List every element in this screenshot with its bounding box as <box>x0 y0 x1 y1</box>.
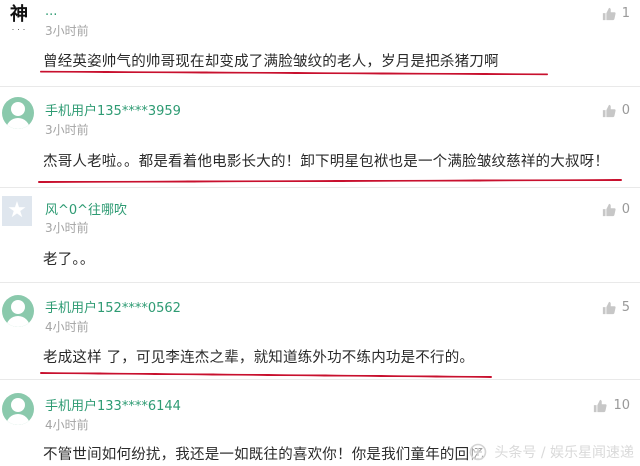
like-count: 10 <box>613 398 630 413</box>
watermark: 头条号 / 娱乐星闻速递 <box>468 442 634 462</box>
like-button[interactable]: 0 <box>602 103 630 118</box>
like-count: 0 <box>621 103 630 118</box>
toutiao-logo-icon <box>470 443 487 461</box>
comment-item: ★ 风^0^往哪吹 3小时前 老了。。 0 <box>0 188 640 281</box>
default-user-avatar-icon <box>2 295 34 327</box>
like-button[interactable]: 1 <box>602 6 630 21</box>
avatar[interactable] <box>2 97 34 129</box>
like-count: 0 <box>621 202 630 217</box>
comment-time: 4小时前 <box>45 320 89 334</box>
comment-item: 神 · · · ... 3小时前 曾经英姿帅气的帅哥现在却变成了满脸皱纹的老人，… <box>0 0 640 86</box>
comment-time: 3小时前 <box>45 221 89 235</box>
avatar[interactable]: ★ <box>2 196 34 228</box>
comment-item: 手机用户135****3959 3小时前 杰哥人老啦。。都是看着他电影长大的！卸… <box>0 87 640 186</box>
like-button[interactable]: 5 <box>602 300 630 315</box>
thumbs-up-icon <box>602 301 616 314</box>
comment-text: 曾经英姿帅气的帅哥现在却变成了满脸皱纹的老人，岁月是把杀猪刀啊 <box>43 54 499 70</box>
watermark-text: 头条号 / 娱乐星闻速递 <box>494 445 634 461</box>
like-count: 5 <box>621 300 630 315</box>
comment-text: 杰哥人老啦。。都是看着他电影长大的！卸下明星包袱也是一个满脸皱纹慈祥的大叔呀！ <box>43 154 610 170</box>
default-user-avatar-icon <box>2 393 34 425</box>
comment-username[interactable]: 手机用户152****0562 <box>45 297 181 316</box>
thumbs-up-icon <box>602 104 616 117</box>
avatar[interactable] <box>2 295 34 327</box>
default-user-avatar-icon <box>2 97 34 129</box>
comment-username[interactable]: 手机用户135****3959 <box>45 100 181 119</box>
comment-time: 3小时前 <box>45 24 89 38</box>
comment-text: 老了。。 <box>43 252 95 268</box>
red-underline <box>37 178 623 184</box>
comment-text: 不管世间如何纷扰，我还是一如既往的喜欢你！你是我们童年的回忆 <box>43 447 484 463</box>
red-underline <box>39 372 493 378</box>
comment-time: 4小时前 <box>45 418 89 432</box>
thumbs-up-icon <box>602 7 616 20</box>
like-count: 1 <box>621 6 630 21</box>
thumbs-up-icon <box>602 203 616 216</box>
avatar[interactable] <box>2 393 34 425</box>
comment-item: 手机用户152****0562 4小时前 老成这样 了，可见李连杰之辈，就知道练… <box>0 283 640 378</box>
shen-calligraphy-avatar-icon: 神 · · · <box>4 2 34 36</box>
thumbs-up-icon <box>594 399 608 412</box>
red-underline <box>39 70 549 76</box>
like-button[interactable]: 0 <box>602 202 630 217</box>
like-button[interactable]: 10 <box>593 398 630 413</box>
comment-time: 3小时前 <box>45 123 89 137</box>
star-avatar-icon: ★ <box>2 196 32 226</box>
comment-username[interactable]: ... <box>45 4 57 19</box>
comment-username[interactable]: 风^0^往哪吹 <box>45 199 127 218</box>
comment-text: 老成这样 了，可见李连杰之辈，就知道练外功不练内功是不行的。 <box>43 350 475 366</box>
comment-username[interactable]: 手机用户133****6144 <box>45 395 181 414</box>
avatar[interactable]: 神 · · · <box>4 2 36 36</box>
